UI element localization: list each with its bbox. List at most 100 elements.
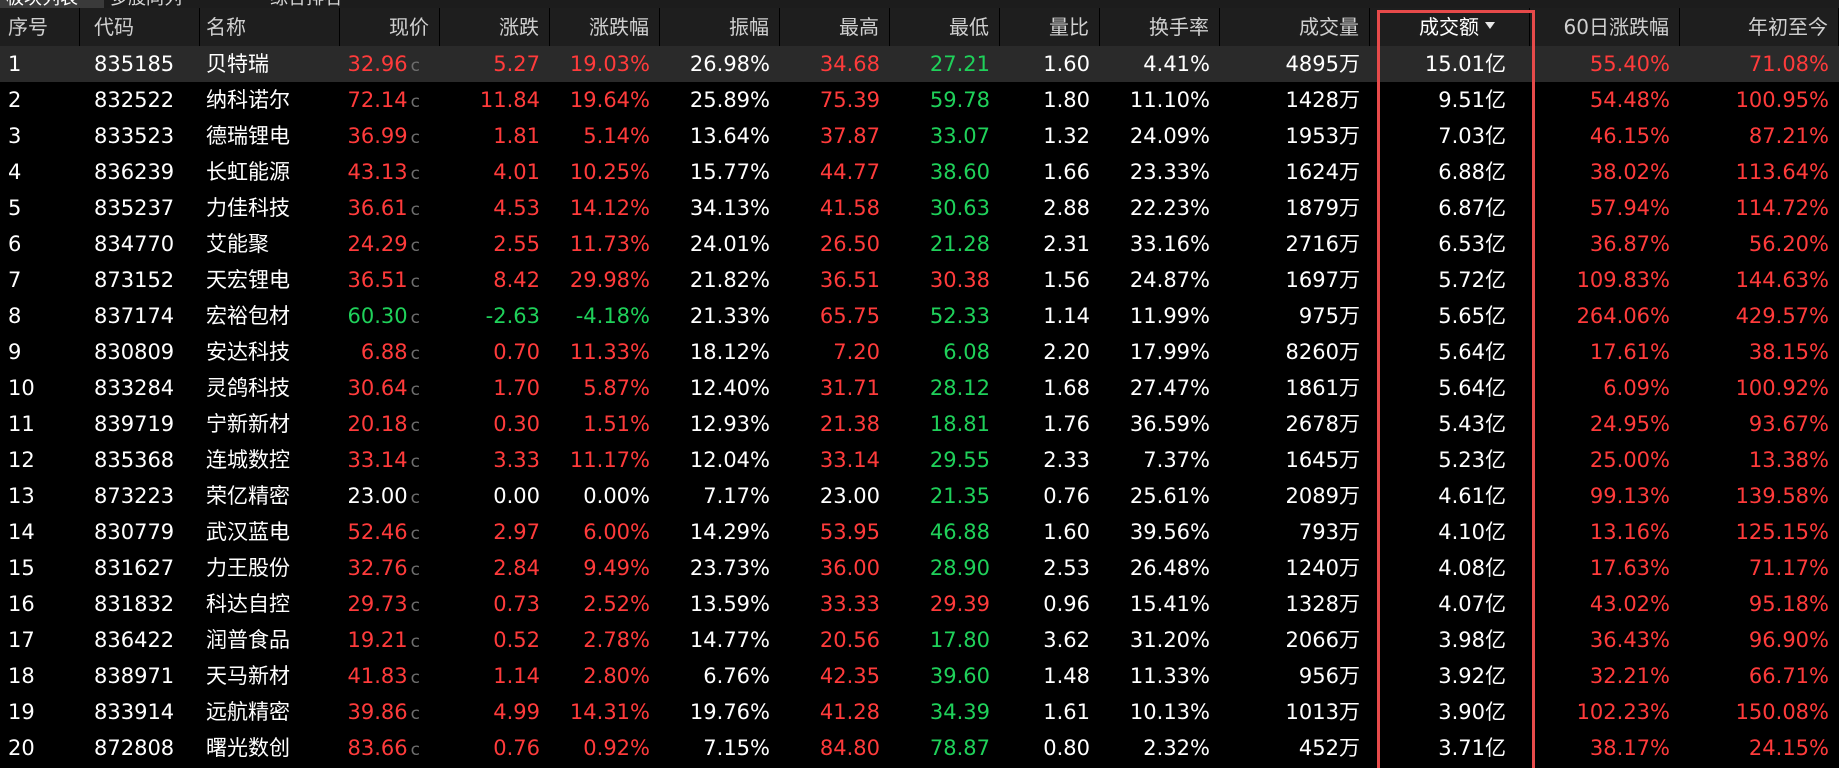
tab-composite-ranking[interactable]: 综合排名 xyxy=(270,0,430,8)
cell-low-value: 29.55 xyxy=(929,448,990,472)
cell-low: 30.38 xyxy=(890,262,1000,298)
table-row[interactable]: 6 834770 艾能聚 24.29 c 2.55 11.73% 24.01% 26.50 21.… xyxy=(0,226,1839,262)
table-row[interactable]: 12 835368 连城数控 33.14 c 3.33 11.17% 12.04% 33.14 2… xyxy=(0,442,1839,478)
cell-ytd: 56.20% xyxy=(1680,226,1839,262)
table-row[interactable]: 11 839719 宁新新材 20.18 c 0.30 1.51% 12.93% 21.38 18… xyxy=(0,406,1839,442)
cell-price: 24.29 c xyxy=(340,226,440,262)
table-row[interactable]: 19 833914 远航精密 39.86 c 4.99 14.31% 19.76% 41.28 3… xyxy=(0,694,1839,730)
column-header-high[interactable]: 最高 xyxy=(780,8,890,46)
table-row[interactable]: 13 873223 荣亿精密 23.00 c 0.00 0.00% 7.17% 23.00 21.… xyxy=(0,478,1839,514)
cell-amp: 23.73% xyxy=(660,550,780,586)
table-row[interactable]: 1 835185 贝特瑞 32.96 c 5.27 19.03% 26.98% 34.68 27.… xyxy=(0,46,1839,82)
cell-code-value: 830779 xyxy=(94,520,175,544)
column-header-turn[interactable]: 换手率 xyxy=(1100,8,1220,46)
cell-high: 41.58 xyxy=(780,190,890,226)
cell-pct60: 36.87% xyxy=(1530,226,1680,262)
column-header-ytd[interactable]: 年初至今 xyxy=(1680,8,1839,46)
cell-code-value: 833914 xyxy=(94,700,175,724)
table-row[interactable]: 20 872808 曙光数创 83.66 c 0.76 0.92% 7.15% 84.80 78.… xyxy=(0,730,1839,766)
table-row[interactable]: 18 838971 天马新材 41.83 c 1.14 2.80% 6.76% 42.35 39.… xyxy=(0,658,1839,694)
cell-ytd: 87.21% xyxy=(1680,118,1839,154)
cell-turn: 11.10% xyxy=(1100,82,1220,118)
cell-pct60: 38.17% xyxy=(1530,730,1680,766)
column-header-amp[interactable]: 振幅 xyxy=(660,8,780,46)
cell-turn: 15.41% xyxy=(1100,586,1220,622)
tab-multi-stock[interactable]: 多股同列 xyxy=(110,0,260,8)
cell-low-value: 59.78 xyxy=(929,88,990,112)
sort-desc-icon[interactable] xyxy=(1485,22,1495,29)
cell-pct-value: 5.14% xyxy=(583,124,650,148)
cell-pct60-value: 38.02% xyxy=(1589,160,1670,184)
table-row[interactable]: 5 835237 力佳科技 36.61 c 4.53 14.12% 34.13% 41.58 30… xyxy=(0,190,1839,226)
cell-low: 29.55 xyxy=(890,442,1000,478)
cell-vr: 1.68 xyxy=(1000,370,1100,406)
cell-turn: 33.16% xyxy=(1100,226,1220,262)
cell-pct60: 36.43% xyxy=(1530,622,1680,658)
table-row[interactable]: 7 873152 天宏锂电 36.51 c 8.42 29.98% 21.82% 36.51 30… xyxy=(0,262,1839,298)
cell-amount-value: 6.88亿 xyxy=(1438,160,1506,184)
column-header-vol[interactable]: 成交量 xyxy=(1220,8,1370,46)
cell-change-value: 0.73 xyxy=(493,592,540,616)
tab-sector-list[interactable]: 板块列表 xyxy=(0,0,104,8)
table-row[interactable]: 10 833284 灵鸽科技 30.64 c 1.70 5.87% 12.40% 31.71 28… xyxy=(0,370,1839,406)
column-header-code[interactable]: 代码 xyxy=(80,8,200,46)
cell-amount: 5.64亿 xyxy=(1370,334,1530,370)
table-header: 序号 代码 名称 现价 涨跌 涨跌幅 振幅 最高 最低 量比 换手率 成交量 成交额 60日涨跌幅 年初至今 xyxy=(0,8,1839,46)
table-row[interactable]: 3 833523 德瑞锂电 36.99 c 1.81 5.14% 13.64% 37.87 33.… xyxy=(0,118,1839,154)
cell-amp-value: 12.40% xyxy=(689,376,770,400)
table-row[interactable]: 2 832522 纳科诺尔 72.14 c 11.84 19.64% 25.89% 75.39 5… xyxy=(0,82,1839,118)
cell-name: 连城数控 xyxy=(200,442,340,478)
price-suffix-mark: c xyxy=(410,92,420,112)
cell-amount-value: 3.92亿 xyxy=(1438,664,1506,688)
cell-pct: 2.78% xyxy=(550,622,660,658)
column-header-pct60[interactable]: 60日涨跌幅 xyxy=(1530,8,1680,46)
cell-code: 833914 xyxy=(80,694,200,730)
cell-change-value: 0.76 xyxy=(493,736,540,760)
column-header-vr[interactable]: 量比 xyxy=(1000,8,1100,46)
column-header-price[interactable]: 现价 xyxy=(340,8,440,46)
column-header-low[interactable]: 最低 xyxy=(890,8,1000,46)
table-row[interactable]: 17 836422 润普食品 19.21 c 0.52 2.78% 14.77% 20.56 17… xyxy=(0,622,1839,658)
cell-ytd-value: 66.71% xyxy=(1748,664,1829,688)
column-header-seq[interactable]: 序号 xyxy=(0,8,80,46)
cell-amount: 5.43亿 xyxy=(1370,406,1530,442)
cell-vr-value: 2.53 xyxy=(1043,556,1090,580)
cell-vol: 8260万 xyxy=(1220,334,1370,370)
table-row[interactable]: 16 831832 科达自控 29.73 c 0.73 2.52% 13.59% 33.33 29… xyxy=(0,586,1839,622)
table-row[interactable]: 8 837174 宏裕包材 60.30 c -2.63 -4.18% 21.33% 65.75 5… xyxy=(0,298,1839,334)
cell-vol: 1328万 xyxy=(1220,586,1370,622)
cell-amp-value: 24.01% xyxy=(689,232,770,256)
column-header-pct[interactable]: 涨跌幅 xyxy=(550,8,660,46)
column-header-name[interactable]: 名称 xyxy=(200,8,340,46)
cell-name-value: 宏裕包材 xyxy=(206,304,290,328)
cell-high: 34.68 xyxy=(780,46,890,82)
cell-high-value: 42.35 xyxy=(819,664,880,688)
cell-vr: 1.48 xyxy=(1000,658,1100,694)
cell-turn-value: 31.20% xyxy=(1129,628,1210,652)
table-row[interactable]: 4 836239 长虹能源 43.13 c 4.01 10.25% 15.77% 44.77 38… xyxy=(0,154,1839,190)
cell-change: 0.70 xyxy=(440,334,550,370)
column-header-change[interactable]: 涨跌 xyxy=(440,8,550,46)
cell-high: 33.33 xyxy=(780,586,890,622)
cell-price: 36.99 c xyxy=(340,118,440,154)
cell-ytd: 429.57% xyxy=(1680,298,1839,334)
table-row[interactable]: 15 831627 力王股份 32.76 c 2.84 9.49% 23.73% 36.00 28… xyxy=(0,550,1839,586)
cell-pct-value: 11.73% xyxy=(569,232,650,256)
cell-turn-value: 39.56% xyxy=(1129,520,1210,544)
cell-vol-value: 2066万 xyxy=(1285,628,1360,652)
cell-change-value: 4.99 xyxy=(493,700,540,724)
cell-high: 26.50 xyxy=(780,226,890,262)
table-row[interactable]: 9 830809 安达科技 6.88 c 0.70 11.33% 18.12% 7.20 6.08… xyxy=(0,334,1839,370)
cell-price: 60.30 c xyxy=(340,298,440,334)
cell-change: 0.30 xyxy=(440,406,550,442)
cell-vr: 1.66 xyxy=(1000,154,1100,190)
cell-code-value: 872808 xyxy=(94,736,175,760)
cell-name-value: 润普食品 xyxy=(206,628,290,652)
cell-turn-value: 11.10% xyxy=(1129,88,1210,112)
cell-amount: 3.92亿 xyxy=(1370,658,1530,694)
cell-low: 6.08 xyxy=(890,334,1000,370)
table-row[interactable]: 14 830779 武汉蓝电 52.46 c 2.97 6.00% 14.29% 53.95 46… xyxy=(0,514,1839,550)
cell-vol: 1624万 xyxy=(1220,154,1370,190)
cell-amount: 5.64亿 xyxy=(1370,370,1530,406)
column-header-amount[interactable]: 成交额 xyxy=(1370,8,1530,46)
